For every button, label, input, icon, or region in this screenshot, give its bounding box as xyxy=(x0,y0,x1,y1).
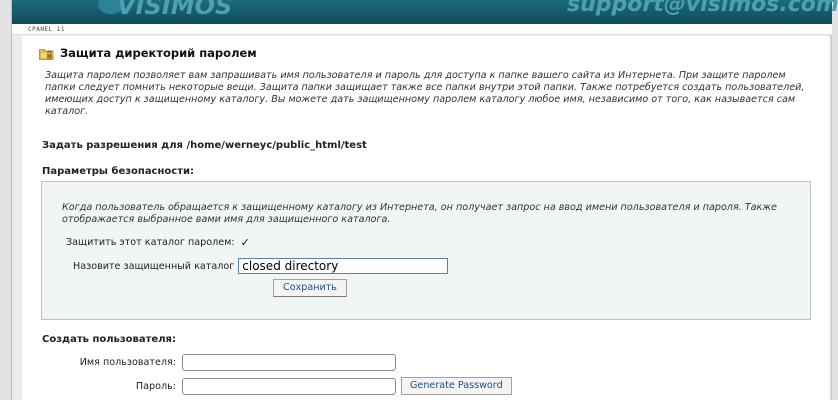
dir-name-input[interactable] xyxy=(238,258,449,274)
cpanel-label: CPANEL 11 xyxy=(28,26,66,33)
locked-folder-icon xyxy=(39,48,54,60)
intro-text: Защита паролем позволяет вам запрашивать… xyxy=(45,70,805,117)
password-label: Пароль: xyxy=(135,380,176,392)
password-input[interactable] xyxy=(182,377,396,395)
window-left-border xyxy=(0,0,12,400)
password-row: Пароль: Generate Password xyxy=(39,377,512,395)
support-email: support@visimos.com xyxy=(567,0,838,17)
brand-name: VISIMOS xyxy=(117,0,233,20)
permissions-path: Задать разрешения для /home/werneyc/publ… xyxy=(42,140,367,151)
security-description: Когда пользователь обращается к защищенн… xyxy=(62,202,777,225)
security-panel: Когда пользователь обращается к защищенн… xyxy=(41,181,811,320)
create-user-section-title: Создать пользователя: xyxy=(42,334,176,345)
security-section-title: Параметры безопасности: xyxy=(42,166,194,177)
cpanel-strip xyxy=(12,24,832,35)
dir-name-row: Назовите защищенный каталог xyxy=(73,258,449,274)
username-label: Имя пользователя: xyxy=(79,357,176,368)
username-input[interactable] xyxy=(182,354,396,371)
dir-name-label: Назовите защищенный каталог xyxy=(73,260,235,272)
protect-label: Защитить этот каталог паролем: xyxy=(66,237,235,248)
username-row: Имя пользователя: xyxy=(39,354,396,371)
protect-row: Защитить этот каталог паролем: ✓ xyxy=(66,237,252,248)
window-right-scrollbar[interactable] xyxy=(831,0,838,400)
protect-checkbox[interactable]: ✓ xyxy=(241,237,252,248)
site-header: VISIMOS support@visimos.com xyxy=(12,0,838,24)
page-title: Защита директорий паролем xyxy=(60,46,257,60)
generate-password-button[interactable]: Generate Password xyxy=(401,377,512,395)
save-button[interactable]: Сохранить xyxy=(273,279,347,297)
page-title-row: Защита директорий паролем xyxy=(39,46,257,60)
main-content: Защита директорий паролем Защита паролем… xyxy=(22,36,829,400)
